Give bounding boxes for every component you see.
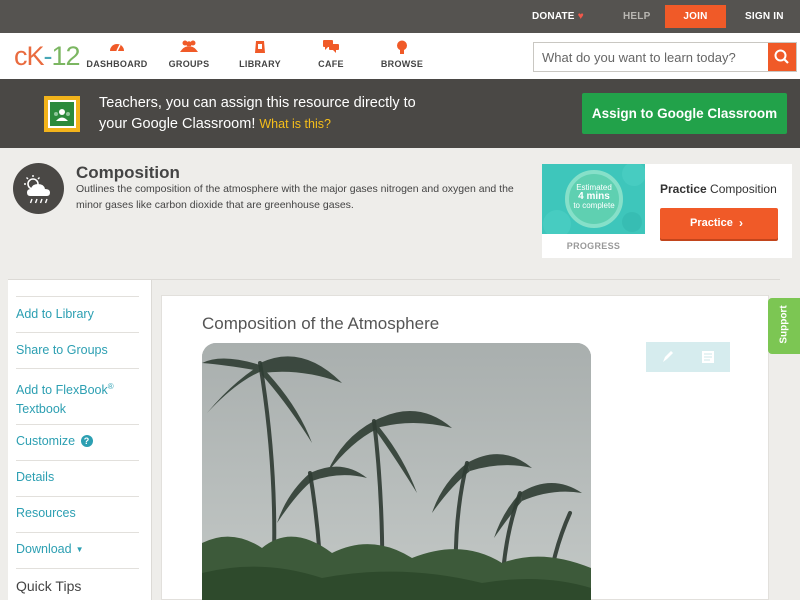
download-link[interactable]: Download ▼: [16, 540, 139, 559]
practice-button-label: Practice: [690, 217, 733, 229]
sidebar-divider: [16, 424, 139, 425]
search-icon: [774, 49, 789, 64]
sidebar-divider: [16, 296, 139, 297]
cafe-icon: [291, 40, 371, 56]
join-button[interactable]: JOIN: [665, 5, 726, 28]
assign-to-google-classroom-button[interactable]: Assign to Google Classroom: [582, 93, 787, 134]
article-title: Composition of the Atmosphere: [202, 314, 440, 333]
ck12-logo[interactable]: cK-12: [14, 41, 81, 72]
library-icon: [220, 40, 300, 56]
browse-icon: [362, 40, 442, 56]
concept-description: Outlines the composition of the atmosphe…: [76, 183, 514, 211]
logo-part-dash: -: [43, 41, 53, 71]
sidebar-divider: [16, 568, 139, 569]
progress-label: PROGRESS: [566, 241, 621, 251]
groups-icon: [149, 40, 229, 56]
nav-browse[interactable]: BROWSE: [362, 40, 442, 69]
resource-sidebar: Add to Library Share to Groups Add to Fl…: [8, 279, 151, 600]
concept-title: Composition: [76, 163, 180, 182]
practice-button[interactable]: Practice ›: [660, 208, 778, 239]
add-to-flexbook-link[interactable]: Add to FlexBook® Textbook: [16, 377, 139, 419]
add-to-flexbook-label: Add to FlexBook: [16, 383, 108, 398]
notes-icon[interactable]: [698, 347, 718, 367]
what-is-this-link[interactable]: What is this?: [259, 117, 331, 131]
customize-label: Customize: [16, 434, 76, 448]
estimated-time: Estimated 4 mins to complete: [565, 183, 623, 210]
caret-down-icon: ▼: [75, 545, 84, 554]
nav-browse-label: BROWSE: [380, 59, 424, 69]
nav-dashboard-label: DASHBOARD: [86, 59, 148, 69]
add-to-flexbook-label-2: Textbook: [16, 402, 67, 417]
nav-groups-label: GROUPS: [168, 59, 210, 69]
sidebar-divider: [16, 532, 139, 533]
logo-part-ck: cK: [14, 41, 44, 71]
support-tab-label: Support: [778, 305, 790, 344]
sidebar-divider: [16, 460, 139, 461]
google-classroom-banner: Teachers, you can assign this resource d…: [0, 79, 800, 148]
nav-library[interactable]: LIBRARY: [220, 40, 300, 69]
download-label: Download: [16, 542, 72, 556]
practice-progress-graphic: Estimated 4 mins to complete: [542, 164, 645, 234]
logo-part-12: 12: [51, 41, 81, 71]
classroom-banner-line1: Teachers, you can assign this resource d…: [99, 95, 416, 111]
nav-dashboard[interactable]: DASHBOARD: [77, 40, 157, 69]
donate-label: DONATE: [532, 11, 575, 22]
nav-cafe-label: CAFE: [318, 59, 344, 69]
classroom-banner-line2: your Google Classroom!: [99, 116, 256, 132]
practice-title-topic: Composition: [710, 182, 777, 196]
classroom-banner-text: Teachers, you can assign this resource d…: [99, 93, 416, 135]
quick-tips-heading: Quick Tips: [16, 578, 82, 594]
sidebar-divider: [16, 496, 139, 497]
pencil-icon[interactable]: [658, 347, 678, 367]
main-navigation: cK-12 DASHBOARD GROUPS LIBRARY CAFE BROW…: [0, 33, 800, 79]
sidebar-divider: [16, 332, 139, 333]
share-to-groups-link[interactable]: Share to Groups: [16, 341, 139, 360]
heart-icon: ♥: [577, 11, 584, 22]
chevron-right-icon: ›: [739, 216, 743, 230]
nav-groups[interactable]: GROUPS: [149, 40, 229, 69]
search-input[interactable]: [534, 43, 768, 71]
customize-link[interactable]: Customize ?: [16, 432, 139, 451]
dashboard-icon: [77, 40, 157, 56]
palm-trees-storm-photo: [202, 343, 591, 600]
add-to-library-link[interactable]: Add to Library: [16, 305, 139, 324]
details-link[interactable]: Details: [16, 468, 139, 487]
support-tab[interactable]: Support: [768, 298, 800, 354]
nav-library-label: LIBRARY: [239, 59, 281, 69]
help-icon[interactable]: ?: [80, 435, 93, 447]
annotation-toolbar: [646, 342, 730, 372]
resources-link[interactable]: Resources: [16, 504, 139, 523]
help-link[interactable]: HELP: [623, 0, 650, 33]
donate-link[interactable]: DONATE ♥: [532, 0, 584, 33]
top-utility-bar: DONATE ♥ HELP JOIN SIGN IN: [0, 0, 800, 33]
sidebar-divider: [16, 368, 139, 369]
practice-title: Practice Composition: [660, 182, 777, 196]
search-box: [533, 42, 797, 72]
google-classroom-icon: [44, 96, 80, 132]
weather-cloud-icon: [13, 163, 64, 214]
nav-cafe[interactable]: CAFE: [291, 40, 371, 69]
practice-card: Estimated 4 mins to complete PROGRESS Pr…: [542, 164, 792, 258]
registered-mark: ®: [107, 382, 114, 391]
estimate-line3: to complete: [573, 201, 615, 210]
search-button[interactable]: [768, 43, 796, 71]
practice-title-bold: Practice: [660, 182, 707, 196]
sign-in-link[interactable]: SIGN IN: [745, 0, 784, 33]
